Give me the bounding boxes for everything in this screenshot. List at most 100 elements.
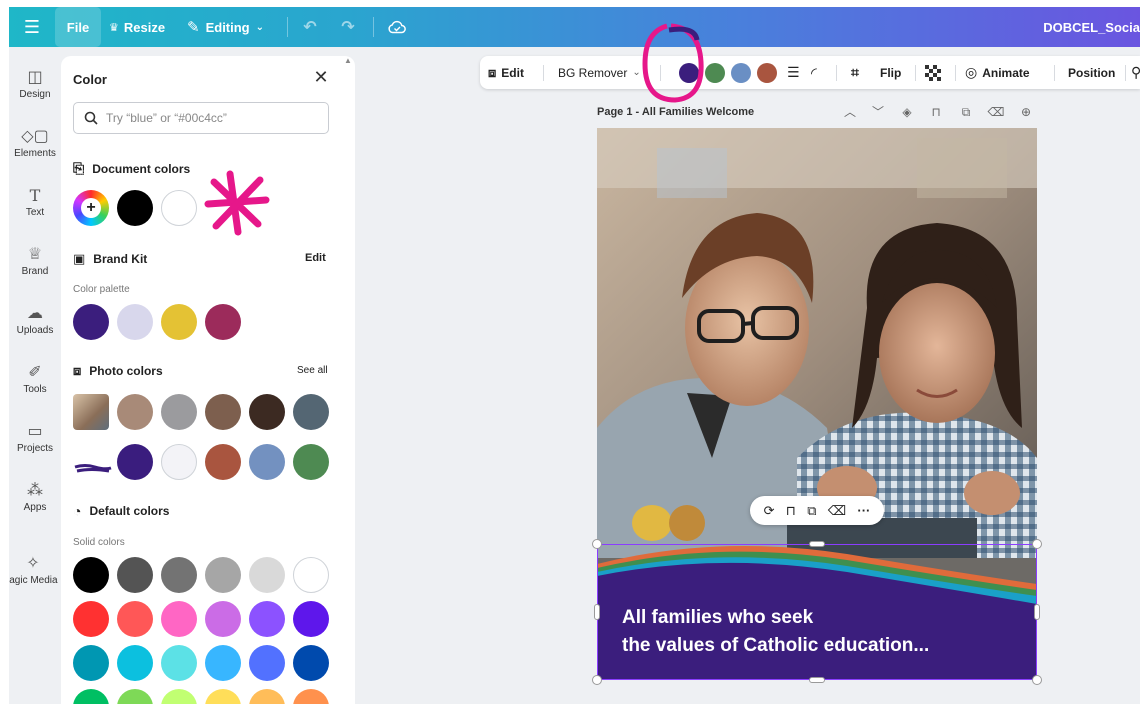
default-color-swatch[interactable] (73, 689, 109, 704)
photo-color-swatch[interactable] (117, 394, 153, 430)
rail-item-brand[interactable]: ♕ Brand (9, 244, 61, 277)
hide-page-icon[interactable]: ◈ (898, 103, 916, 121)
default-color-swatch[interactable] (205, 645, 241, 681)
default-color-swatch[interactable] (205, 689, 241, 704)
resize-handle[interactable] (592, 539, 602, 549)
duplicate-icon[interactable]: ⧉ (807, 503, 816, 519)
image-color-dot[interactable] (731, 63, 751, 83)
brand-color-swatch[interactable] (205, 304, 241, 340)
edit-image-button[interactable]: ⧈ Edit (488, 56, 524, 89)
brand-color-swatch[interactable] (117, 304, 153, 340)
rail-item-tools[interactable]: ✐ Tools (9, 362, 61, 395)
undo-icon[interactable]: ↶ (299, 7, 321, 47)
resize-handle[interactable] (1032, 539, 1042, 549)
color-search-input[interactable] (106, 111, 306, 125)
photo-color-swatch[interactable] (117, 444, 153, 480)
document-color-swatch[interactable] (161, 190, 197, 226)
add-page-icon[interactable]: ⊕ (1017, 103, 1035, 121)
photo-color-swatch[interactable] (249, 444, 285, 480)
resize-handle[interactable] (809, 541, 825, 547)
default-color-swatch[interactable] (249, 689, 285, 704)
default-color-swatch[interactable] (249, 601, 285, 637)
paint-roller-icon[interactable]: ⚲ (1131, 56, 1140, 89)
color-search-box[interactable] (73, 102, 329, 134)
default-color-swatch[interactable] (117, 689, 153, 704)
lock-icon[interactable]: ⊓ (927, 103, 945, 121)
default-color-swatch[interactable] (293, 689, 329, 704)
rail-item-apps[interactable]: ⁂ Apps (9, 480, 61, 513)
default-color-swatch[interactable] (161, 645, 197, 681)
photo-color-swatch[interactable] (205, 444, 241, 480)
flip-button[interactable]: Flip (880, 56, 901, 89)
photo-color-swatch[interactable] (161, 394, 197, 430)
resize-handle[interactable] (1032, 675, 1042, 685)
default-color-swatch[interactable] (205, 601, 241, 637)
rotate-magic-icon[interactable]: ⟳ (764, 503, 775, 519)
scroll-up-icon[interactable]: ▲ (344, 56, 352, 65)
default-color-swatch[interactable] (73, 645, 109, 681)
photo-thumbnail[interactable] (73, 394, 109, 430)
corner-rounding-icon[interactable]: ◜ (811, 56, 817, 89)
rail-item-elements[interactable]: ◇▢ Elements (9, 126, 61, 159)
resize-handle[interactable] (594, 604, 600, 620)
more-options-icon[interactable]: ··· (857, 503, 870, 518)
file-menu-button[interactable]: File (55, 7, 101, 47)
default-color-swatch[interactable] (249, 645, 285, 681)
document-color-swatch[interactable] (117, 190, 153, 226)
resize-handle[interactable] (809, 677, 825, 683)
brand-color-swatch[interactable] (73, 304, 109, 340)
default-color-swatch[interactable] (117, 645, 153, 681)
editing-mode-button[interactable]: ✎ Editing ⌄ (187, 7, 264, 47)
chevron-up-icon[interactable]: ︿ (841, 103, 859, 121)
default-color-swatch[interactable] (293, 601, 329, 637)
chevron-down-icon[interactable]: ﹀ (869, 103, 887, 121)
see-all-link[interactable]: See all (297, 365, 328, 376)
resize-handle[interactable] (592, 675, 602, 685)
document-title[interactable]: DOBCEL_Socia (1043, 7, 1140, 47)
position-button[interactable]: Position (1068, 56, 1115, 89)
duplicate-page-icon[interactable]: ⧉ (957, 103, 975, 121)
default-color-swatch[interactable] (293, 557, 329, 593)
photo-color-swatch[interactable] (249, 394, 285, 430)
line-weight-icon[interactable]: ☰ (787, 56, 800, 89)
cloud-save-icon[interactable] (385, 7, 409, 47)
animate-button[interactable]: ◎ Animate (965, 56, 1030, 89)
resize-button[interactable]: ♛ Resize (109, 7, 165, 47)
hamburger-menu-icon[interactable]: ☰ (19, 7, 45, 47)
image-color-dot[interactable] (757, 63, 777, 83)
redo-icon[interactable]: ↷ (337, 7, 359, 47)
default-color-swatch[interactable] (117, 557, 153, 593)
rail-item-design[interactable]: ◫ Design (9, 67, 61, 100)
page-title[interactable]: Page 1 - All Families Welcome (597, 106, 754, 118)
photo-color-swatch[interactable] (205, 394, 241, 430)
transparency-icon[interactable] (925, 56, 941, 89)
brand-kit-edit-link[interactable]: Edit (305, 252, 326, 264)
photo-color-swatch[interactable] (161, 444, 197, 480)
rail-item-magic-media[interactable]: ✧ lagic Media (9, 553, 59, 586)
default-color-swatch[interactable] (205, 557, 241, 593)
design-page[interactable]: All families who seek the values of Cath… (597, 128, 1037, 680)
lock-icon[interactable]: ⊓ (786, 503, 796, 519)
photo-color-swatch[interactable] (293, 444, 329, 480)
photo-children-tablet[interactable] (597, 128, 1037, 558)
close-icon[interactable]: ✕ (311, 67, 331, 87)
rail-item-text[interactable]: T Text (9, 185, 61, 218)
resize-handle[interactable] (1034, 604, 1040, 620)
default-color-swatch[interactable] (161, 601, 197, 637)
default-color-swatch[interactable] (161, 689, 197, 704)
trash-icon[interactable]: ⌫ (828, 503, 846, 519)
default-color-swatch[interactable] (73, 557, 109, 593)
crop-icon[interactable]: ⌗ (851, 56, 859, 89)
banner-text[interactable]: All families who seek the values of Cath… (622, 604, 1022, 660)
add-color-button[interactable]: + (73, 190, 109, 226)
trash-icon[interactable]: ⌫ (987, 103, 1005, 121)
default-color-swatch[interactable] (117, 601, 153, 637)
default-color-swatch[interactable] (293, 645, 329, 681)
rail-item-projects[interactable]: ▭ Projects (9, 421, 61, 454)
photo-color-swatch[interactable] (293, 394, 329, 430)
bg-remover-button[interactable]: BG Remover ⌄ (558, 56, 641, 89)
rail-item-uploads[interactable]: ☁ Uploads (9, 303, 61, 336)
default-color-swatch[interactable] (249, 557, 285, 593)
default-color-swatch[interactable] (73, 601, 109, 637)
default-color-swatch[interactable] (161, 557, 197, 593)
